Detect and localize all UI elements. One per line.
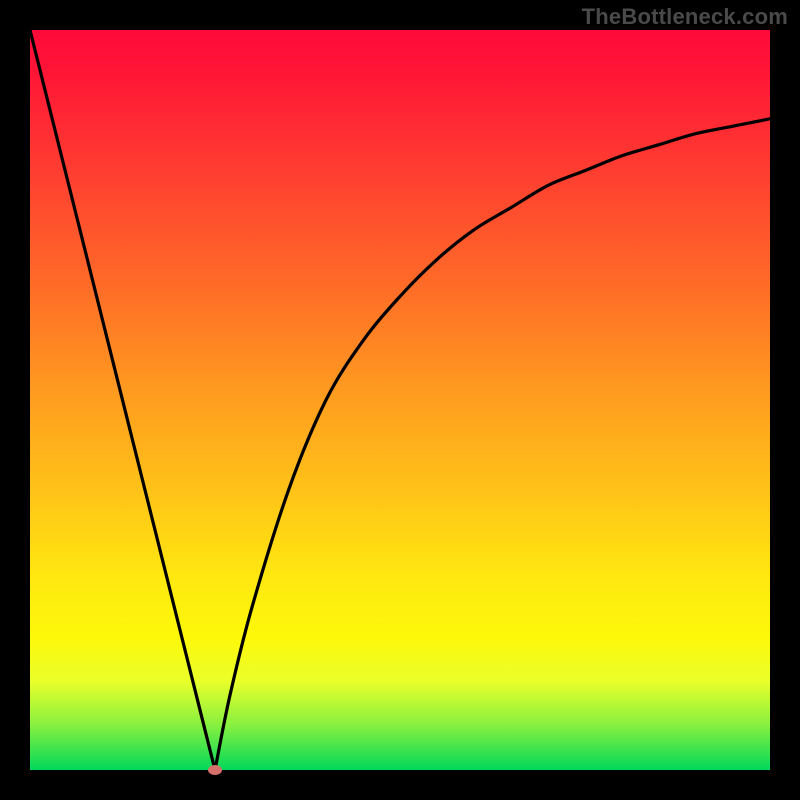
bottleneck-curve	[30, 30, 770, 770]
plot-area	[30, 30, 770, 770]
chart-frame: TheBottleneck.com	[0, 0, 800, 800]
watermark-text: TheBottleneck.com	[582, 4, 788, 30]
minimum-marker	[208, 765, 222, 775]
